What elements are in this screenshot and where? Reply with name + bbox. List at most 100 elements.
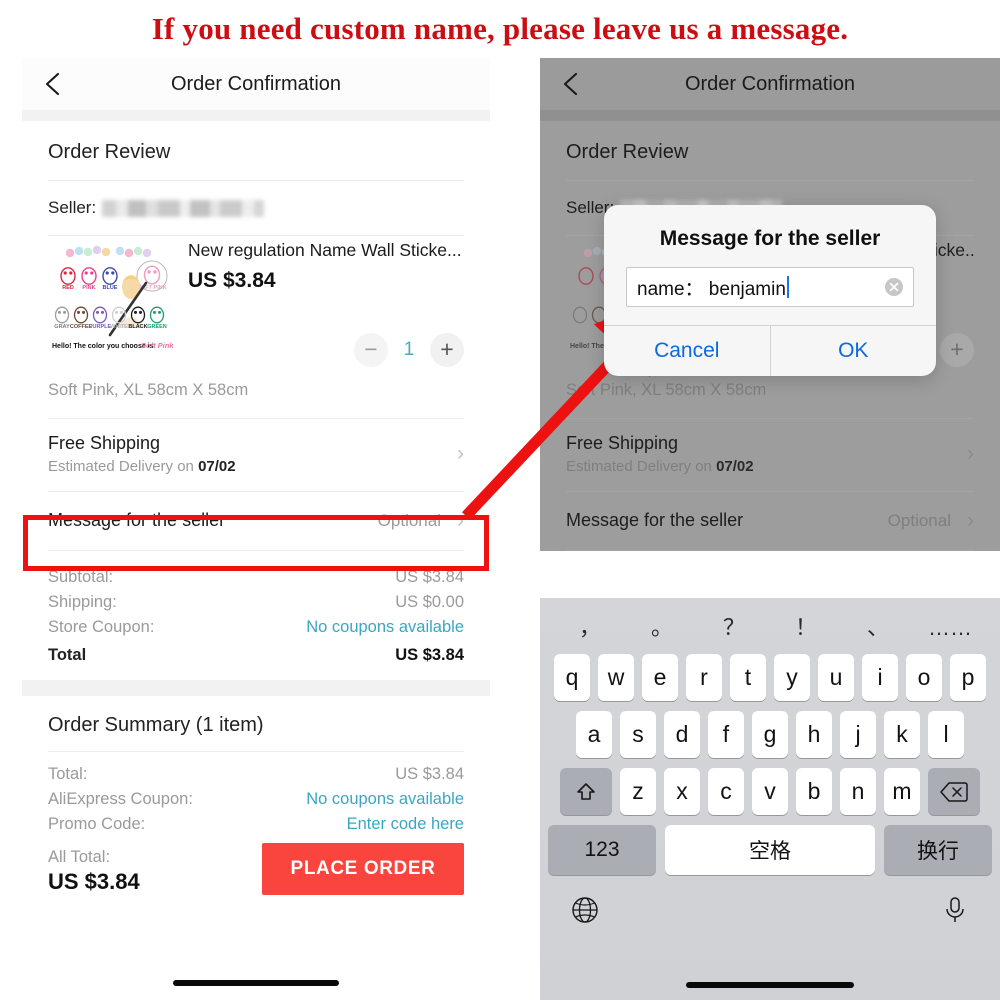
key-i[interactable]: i	[862, 654, 898, 701]
keyboard-row-1[interactable]: q w e r t y u i o p	[540, 654, 1000, 701]
key-exclamation[interactable]: ！	[770, 617, 842, 639]
summary-label: Promo Code:	[48, 814, 146, 833]
key-q[interactable]: q	[554, 654, 590, 701]
key-k[interactable]: k	[884, 711, 920, 758]
key-o[interactable]: o	[906, 654, 942, 701]
keyboard-row-3[interactable]: z x c v b n m	[540, 768, 1000, 815]
annotation-highlight-box	[23, 515, 489, 571]
space-key[interactable]: 空格	[665, 825, 875, 875]
key-a[interactable]: a	[576, 711, 612, 758]
total-value[interactable]: No coupons available	[306, 618, 464, 637]
dialog-title: Message for the seller	[659, 227, 881, 250]
key-u[interactable]: u	[818, 654, 854, 701]
order-review-heading: Order Review	[566, 141, 689, 163]
dialog-ok-button[interactable]: OK	[771, 326, 937, 376]
product-price: US $3.84	[188, 268, 276, 292]
message-input-value: name： benjamin	[637, 278, 786, 300]
chevron-right-icon: ›	[457, 442, 464, 466]
all-total: All Total: US $3.84	[48, 848, 140, 895]
shift-key[interactable]	[560, 768, 612, 815]
quantity-plus-button[interactable]: +	[430, 332, 464, 367]
shipping-title: Free Shipping	[48, 432, 161, 453]
key-w[interactable]: w	[598, 654, 634, 701]
back-button[interactable]	[558, 71, 584, 97]
return-key[interactable]: 换行	[884, 825, 992, 875]
home-indicator	[173, 980, 339, 986]
key-s[interactable]: s	[620, 711, 656, 758]
virtual-keyboard[interactable]: ， 。 ？ ！ 、 …… q w e r t y u i o p a s d f…	[540, 598, 1000, 1000]
key-y[interactable]: y	[774, 654, 810, 701]
all-total-label: All Total:	[48, 847, 111, 866]
divider	[566, 549, 974, 551]
text-caret	[786, 276, 789, 298]
section-gap	[22, 679, 490, 696]
message-row-label: Message for the seller	[566, 510, 744, 531]
key-d[interactable]: d	[664, 711, 700, 758]
key-ellipsis[interactable]: ……	[914, 617, 986, 639]
key-enumeration-comma[interactable]: 、	[842, 617, 914, 639]
keyboard-footer[interactable]	[540, 875, 1000, 927]
summary-line[interactable]: AliExpress Coupon: No coupons available	[48, 787, 464, 812]
key-comma[interactable]: ，	[554, 617, 626, 639]
key-e[interactable]: e	[642, 654, 678, 701]
key-b[interactable]: b	[796, 768, 832, 815]
summary-value[interactable]: Enter code here	[347, 815, 464, 834]
svg-text:GRAY: GRAY	[54, 324, 70, 330]
home-indicator	[686, 982, 854, 988]
back-button[interactable]	[40, 71, 66, 97]
key-r[interactable]: r	[686, 654, 722, 701]
dictation-key[interactable]	[938, 893, 972, 927]
numeric-key[interactable]: 123	[548, 825, 656, 875]
promo-banner: If you need custom name, please leave us…	[151, 11, 849, 46]
shipping-row[interactable]: Free Shipping Estimated Delivery on 07/0…	[22, 419, 490, 491]
svg-text:RED: RED	[62, 285, 74, 291]
key-g[interactable]: g	[752, 711, 788, 758]
key-v[interactable]: v	[752, 768, 788, 815]
checkout-footer: All Total: US $3.84 PLACE ORDER	[22, 837, 490, 895]
shipping-date: 07/02	[716, 457, 754, 475]
key-l[interactable]: l	[928, 711, 964, 758]
key-z[interactable]: z	[620, 768, 656, 815]
product-row[interactable]: RED PINK BLUE SOFT PINK GRAY COFFEE PURP…	[22, 236, 490, 367]
summary-label: Total:	[48, 764, 88, 783]
key-m[interactable]: m	[884, 768, 920, 815]
seller-row: Seller:	[22, 181, 490, 235]
dialog-cancel-button[interactable]: Cancel	[604, 326, 771, 376]
phone-screen-right: Order Confirmation Order Review Seller:	[540, 58, 1000, 1000]
key-x[interactable]: x	[664, 768, 700, 815]
key-h[interactable]: h	[796, 711, 832, 758]
order-summary-sheet: Order Summary (1 item) Total: US $3.84 A…	[22, 695, 490, 895]
keyboard-punctuation-row[interactable]: ， 。 ？ ！ 、 ……	[540, 598, 1000, 654]
svg-text:BLACK: BLACK	[128, 324, 147, 330]
quantity-minus-button[interactable]: −	[354, 332, 388, 367]
place-order-button[interactable]: PLACE ORDER	[262, 842, 464, 895]
quantity-stepper[interactable]: − 1 +	[188, 332, 464, 367]
message-input[interactable]: name： benjamin	[626, 267, 914, 307]
order-review-sheet: Order Review Seller: RED PINK BLUE SOFT …	[22, 121, 490, 680]
key-period[interactable]: 。	[626, 617, 698, 639]
message-dialog[interactable]: Message for the seller name： benjamin Ca…	[604, 205, 936, 376]
globe-key[interactable]	[568, 893, 602, 927]
seller-name-redacted	[102, 199, 265, 217]
summary-value[interactable]: No coupons available	[306, 790, 464, 809]
key-j[interactable]: j	[840, 711, 876, 758]
svg-text:Hello! The color you choose is: Hello! The color you choose is	[52, 343, 154, 350]
keyboard-row-2[interactable]: a s d f g h j k l	[540, 711, 1000, 758]
key-p[interactable]: p	[950, 654, 986, 701]
summary-lines: Total: US $3.84 AliExpress Coupon: No co…	[22, 752, 490, 837]
key-n[interactable]: n	[840, 768, 876, 815]
key-t[interactable]: t	[730, 654, 766, 701]
key-f[interactable]: f	[708, 711, 744, 758]
keyboard-bottom-row[interactable]: 123 空格 换行	[540, 825, 1000, 875]
backspace-key[interactable]	[928, 768, 980, 815]
key-c[interactable]: c	[708, 768, 744, 815]
quantity-plus-button: +	[940, 332, 974, 367]
seller-label: Seller:	[48, 198, 97, 217]
clear-text-button[interactable]	[884, 277, 904, 297]
shipping-row: Free Shipping Estimated Delivery on 07/0…	[540, 419, 1000, 491]
navbar-divider	[22, 110, 490, 121]
summary-line[interactable]: Promo Code: Enter code here	[48, 812, 464, 837]
navbar-left: Order Confirmation	[22, 58, 490, 110]
key-question[interactable]: ？	[698, 617, 770, 639]
total-line[interactable]: Store Coupon: No coupons available	[48, 615, 464, 640]
